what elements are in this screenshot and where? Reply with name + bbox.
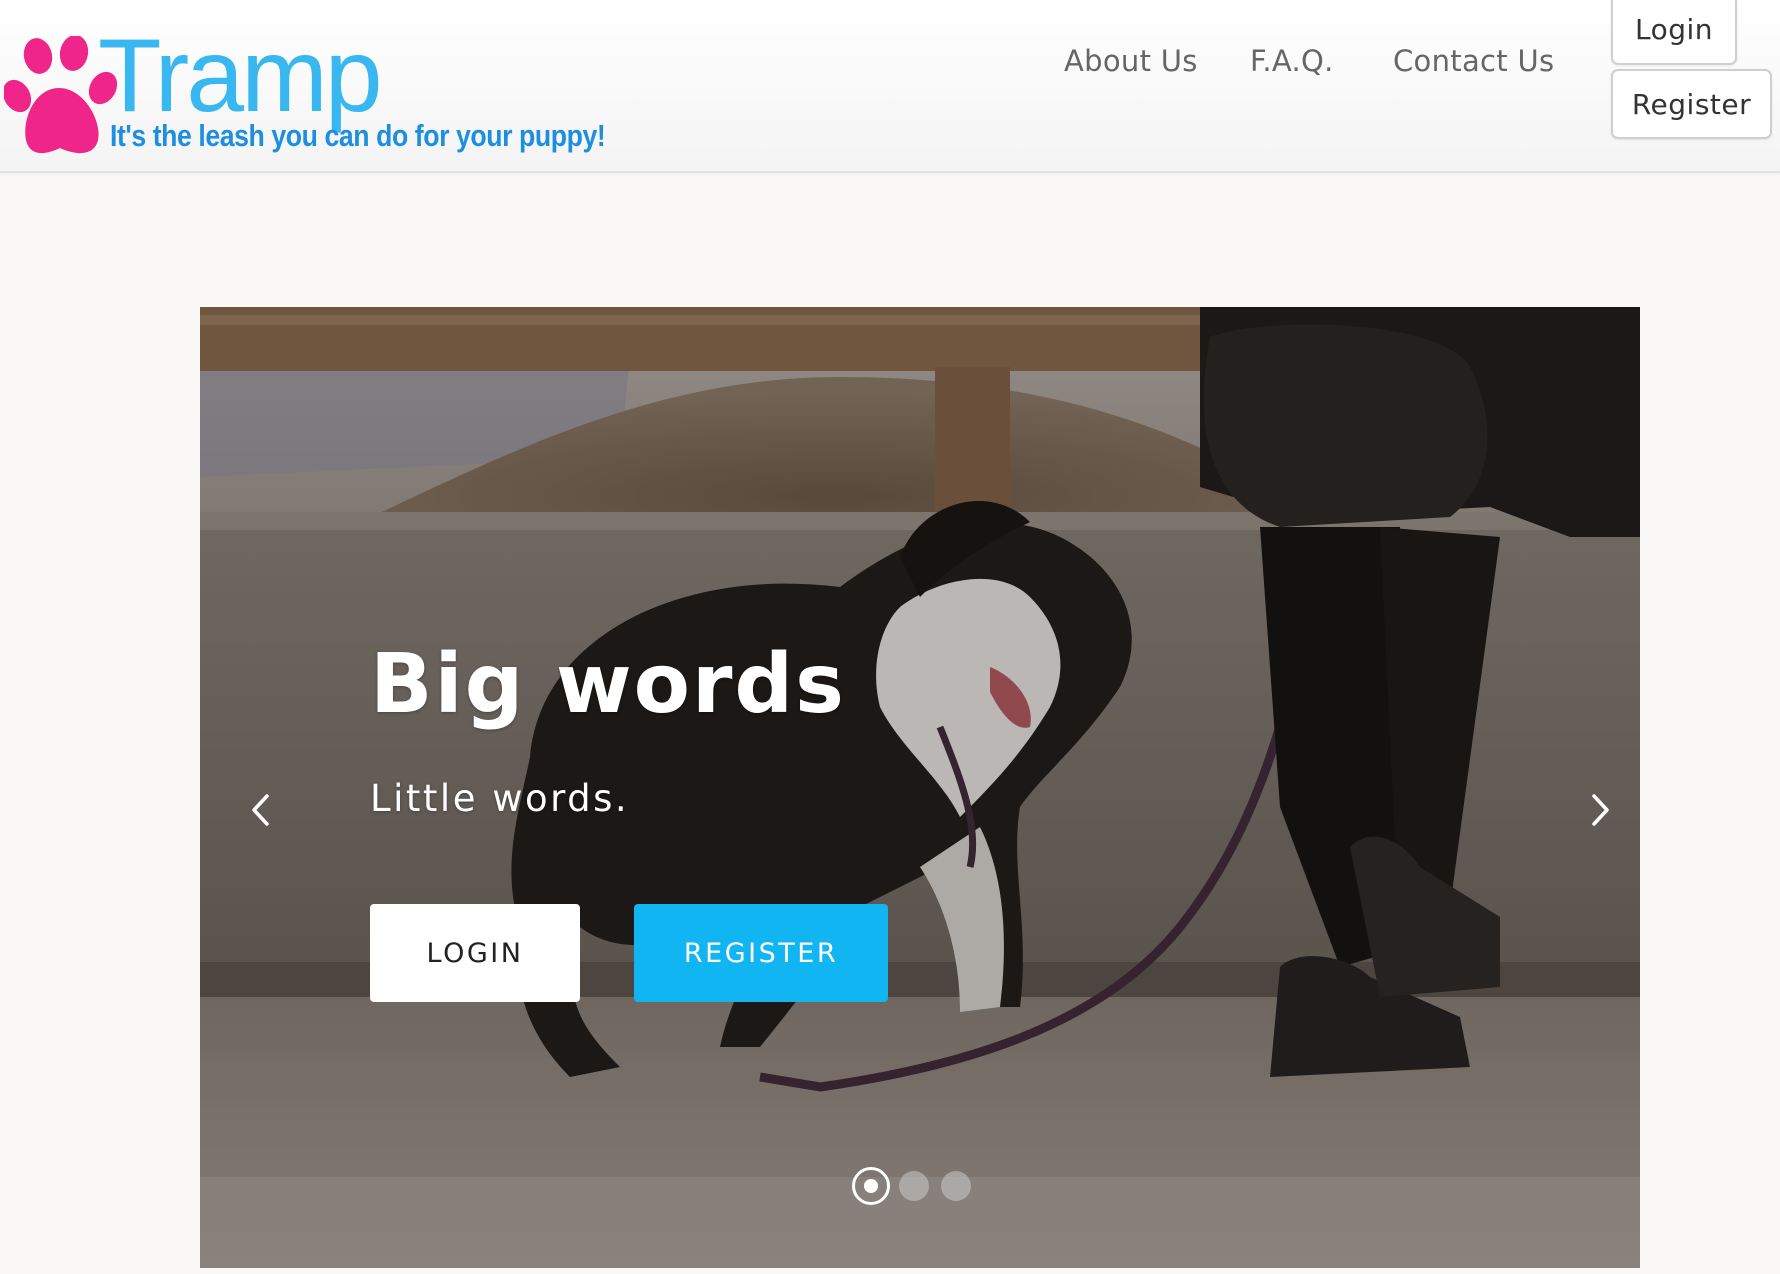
nav-faq[interactable]: F.A.Q. bbox=[1250, 44, 1334, 78]
hero-carousel: Big words Little words. LOGIN REGISTER bbox=[200, 307, 1640, 1268]
carousel-dot-1[interactable] bbox=[852, 1167, 890, 1205]
header-register-button[interactable]: Register bbox=[1611, 69, 1772, 139]
nav-contact-us[interactable]: Contact Us bbox=[1393, 44, 1554, 78]
carousel-dot-2[interactable] bbox=[899, 1171, 929, 1201]
carousel-prev-button[interactable] bbox=[240, 775, 280, 845]
header-login-button[interactable]: Login bbox=[1611, 0, 1737, 65]
site-logo[interactable]: Tramp It's the leash you can do for your… bbox=[0, 24, 650, 160]
chevron-right-icon bbox=[1592, 794, 1609, 826]
hero-subtitle: Little words. bbox=[370, 777, 630, 820]
hero-register-button[interactable]: REGISTER bbox=[634, 904, 888, 1002]
brand-wordmark: Tramp bbox=[98, 18, 383, 134]
chevron-left-icon bbox=[252, 794, 269, 826]
hero-title: Big words bbox=[370, 637, 846, 732]
brand-tagline: It's the leash you can do for your puppy… bbox=[110, 118, 606, 153]
carousel-dot-3[interactable] bbox=[941, 1171, 971, 1201]
carousel-next-button[interactable] bbox=[1581, 775, 1621, 845]
hero-login-button[interactable]: LOGIN bbox=[370, 904, 580, 1002]
site-header: Tramp It's the leash you can do for your… bbox=[0, 0, 1780, 173]
nav-about-us[interactable]: About Us bbox=[1064, 44, 1198, 78]
